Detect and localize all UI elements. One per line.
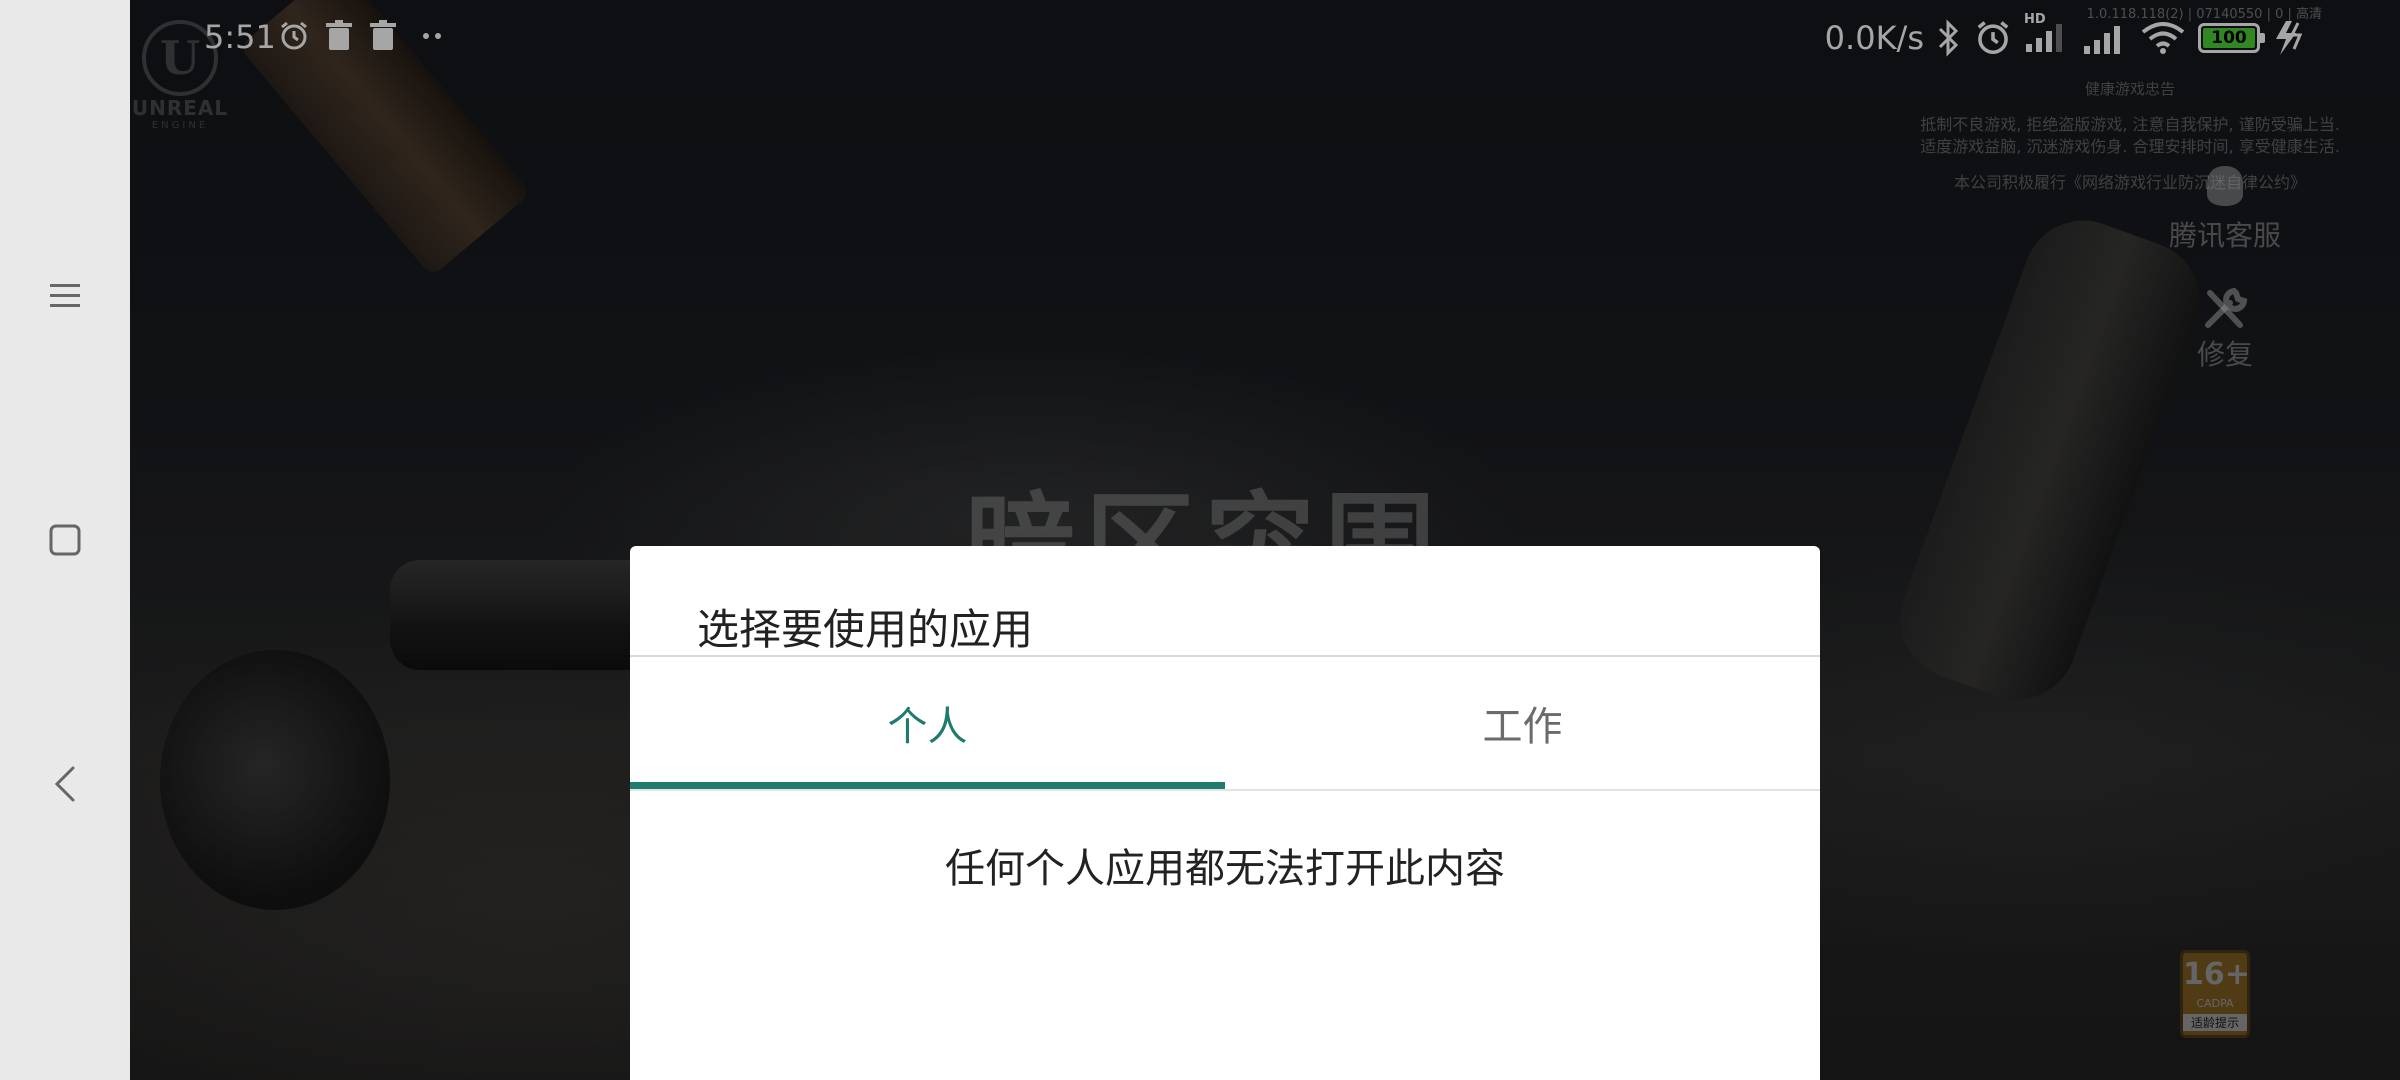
navigation-bar [0,0,130,1080]
menu-icon [50,284,80,307]
home-button[interactable] [25,500,105,580]
app-chooser-dialog: 选择要使用的应用 个人 工作 任何个人应用都无法打开此内容 [630,546,1820,1080]
empty-state-message: 任何个人应用都无法打开此内容 [945,846,1505,892]
menu-button[interactable] [25,256,105,336]
back-icon [54,766,75,802]
divider [630,789,1820,791]
dialog-title: 选择要使用的应用 [697,605,1034,654]
tab-personal[interactable]: 个人 [630,657,1225,789]
profile-tabs: 个人 工作 [630,657,1820,789]
tab-work[interactable]: 工作 [1225,657,1820,789]
back-button[interactable] [25,744,105,824]
home-square-icon [49,524,81,556]
